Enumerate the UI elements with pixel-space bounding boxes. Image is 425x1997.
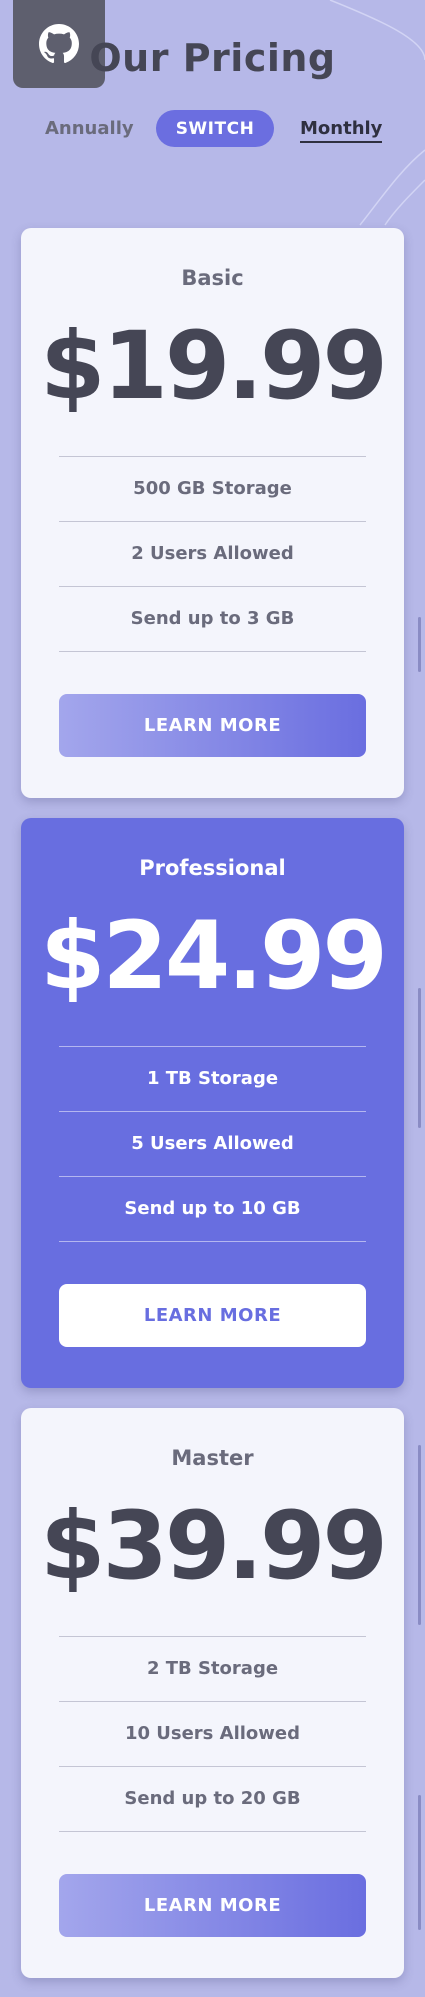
plan-name: Master bbox=[171, 1446, 254, 1470]
plan-price: $24.99 bbox=[40, 902, 388, 1011]
plan-name: Professional bbox=[139, 856, 286, 880]
plan-price: $39.99 bbox=[40, 1492, 388, 1601]
feature-item: Send up to 10 GB bbox=[59, 1176, 366, 1242]
feature-list: 500 GB Storage 2 Users Allowed Send up t… bbox=[59, 456, 366, 652]
plan-card-basic: Basic $19.99 500 GB Storage 2 Users Allo… bbox=[21, 228, 404, 798]
monthly-option[interactable]: Monthly bbox=[300, 118, 383, 143]
plan-price: $19.99 bbox=[40, 312, 388, 421]
scroll-indicator bbox=[418, 1445, 421, 1625]
feature-item: 1 TB Storage bbox=[59, 1046, 366, 1111]
learn-more-button-master[interactable]: LEARN MORE bbox=[59, 1874, 366, 1937]
annually-option[interactable]: Annually bbox=[45, 118, 134, 139]
learn-more-button-professional[interactable]: LEARN MORE bbox=[59, 1284, 366, 1347]
plan-card-professional: Professional $24.99 1 TB Storage 5 Users… bbox=[21, 818, 404, 1388]
feature-item: 500 GB Storage bbox=[59, 456, 366, 521]
scroll-indicator bbox=[418, 617, 421, 672]
feature-item: 10 Users Allowed bbox=[59, 1701, 366, 1766]
switch-button[interactable]: SWITCH bbox=[156, 110, 274, 147]
feature-item: 5 Users Allowed bbox=[59, 1111, 366, 1176]
scroll-indicator bbox=[418, 1795, 421, 1930]
feature-item: Send up to 20 GB bbox=[59, 1766, 366, 1832]
scroll-indicator bbox=[418, 988, 421, 1128]
feature-list: 1 TB Storage 5 Users Allowed Send up to … bbox=[59, 1046, 366, 1242]
billing-period-toggle: Annually SWITCH Monthly bbox=[0, 110, 425, 148]
plan-name: Basic bbox=[181, 266, 244, 290]
feature-item: 2 TB Storage bbox=[59, 1636, 366, 1701]
feature-list: 2 TB Storage 10 Users Allowed Send up to… bbox=[59, 1636, 366, 1832]
plan-card-master: Master $39.99 2 TB Storage 10 Users Allo… bbox=[21, 1408, 404, 1978]
learn-more-button-basic[interactable]: LEARN MORE bbox=[59, 694, 366, 757]
feature-item: Send up to 3 GB bbox=[59, 586, 366, 652]
feature-item: 2 Users Allowed bbox=[59, 521, 366, 586]
page-title: Our Pricing bbox=[89, 36, 336, 80]
